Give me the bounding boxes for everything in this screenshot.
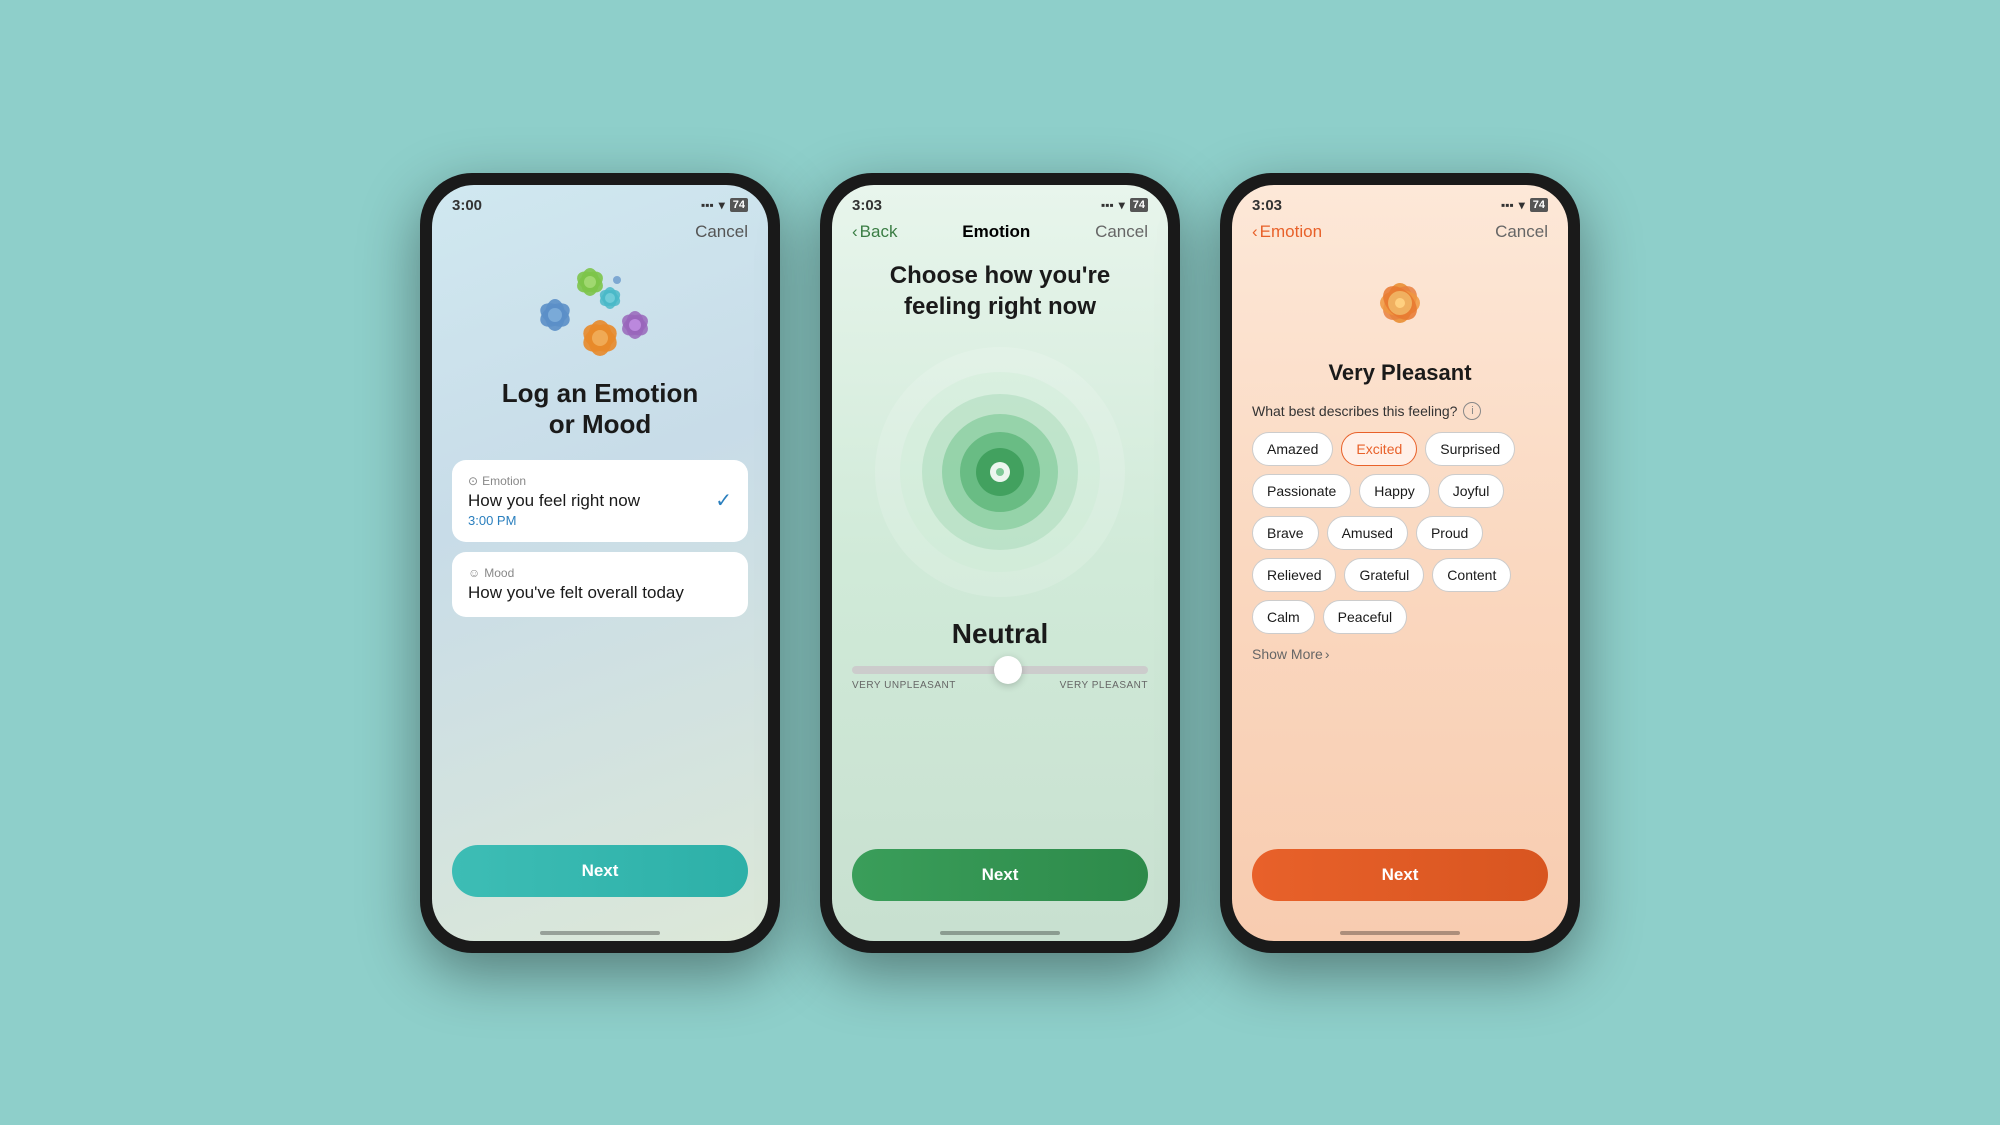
signal-icon: ▪▪▪ <box>701 198 714 212</box>
chevron-left-icon-2: ‹ <box>852 222 858 242</box>
tag-surprised[interactable]: Surprised <box>1425 432 1515 466</box>
tag-calm[interactable]: Calm <box>1252 600 1315 634</box>
phone3-screen: 3:03 ▪▪▪ ▾ 74 ‹ Emotion Cancel <box>1232 185 1568 941</box>
mood-option-label: ☺ Mood <box>468 566 732 580</box>
wifi-icon: ▾ <box>719 198 725 212</box>
emotion-wheel-svg <box>870 342 1130 602</box>
slider-thumb[interactable] <box>994 656 1022 684</box>
slider-left-label: VERY UNPLEASANT <box>852 680 956 691</box>
tag-peaceful[interactable]: Peaceful <box>1323 600 1407 634</box>
emotion-check-icon: ✓ <box>715 488 732 513</box>
emotion-option-time: 3:00 PM <box>468 513 640 528</box>
chevron-right-icon: › <box>1325 646 1330 662</box>
chevron-left-icon-3: ‹ <box>1252 222 1258 242</box>
back-button-3[interactable]: ‹ Emotion <box>1252 222 1322 242</box>
mood-option-title: How you've felt overall today <box>468 583 732 603</box>
home-indicator-3 <box>1232 917 1568 941</box>
tag-brave[interactable]: Brave <box>1252 516 1319 550</box>
phone-1: 3:00 ▪▪▪ ▾ 74 Cancel <box>420 173 780 953</box>
mood-option-card[interactable]: ☺ Mood How you've felt overall today <box>452 552 748 617</box>
cancel-button-2[interactable]: Cancel <box>1095 222 1148 242</box>
tag-passionate[interactable]: Passionate <box>1252 474 1351 508</box>
signal-icon-2: ▪▪▪ <box>1101 198 1114 212</box>
cancel-button-3[interactable]: Cancel <box>1495 222 1548 242</box>
nav-bar-3: ‹ Emotion Cancel <box>1232 218 1568 250</box>
battery-icon-3: 74 <box>1530 198 1548 212</box>
status-bar-2: 3:03 ▪▪▪ ▾ 74 <box>832 185 1168 218</box>
tag-amused[interactable]: Amused <box>1327 516 1408 550</box>
phone-3: 3:03 ▪▪▪ ▾ 74 ‹ Emotion Cancel <box>1220 173 1580 953</box>
describe-label: What best describes this feeling? i <box>1252 402 1548 420</box>
home-bar-3 <box>1340 931 1460 935</box>
screen1-title: Log an Emotion or Mood <box>502 378 698 440</box>
screen3-title: Very Pleasant <box>1252 360 1548 386</box>
tag-joyful[interactable]: Joyful <box>1438 474 1505 508</box>
home-indicator-1 <box>432 917 768 941</box>
slider-container: VERY UNPLEASANT VERY PLEASANT <box>852 666 1148 691</box>
slider-track[interactable] <box>852 666 1148 674</box>
status-time-2: 3:03 <box>852 197 882 214</box>
tag-relieved[interactable]: Relieved <box>1252 558 1336 592</box>
nav-title-2: Emotion <box>962 222 1030 242</box>
mood-icon: ☺ <box>468 566 480 580</box>
wifi-icon-2: ▾ <box>1119 198 1125 212</box>
back-button-2[interactable]: ‹ Back <box>852 222 897 242</box>
status-time-3: 3:03 <box>1252 197 1282 214</box>
tag-proud[interactable]: Proud <box>1416 516 1483 550</box>
emotion-option-card[interactable]: ⊙ Emotion How you feel right now 3:00 PM… <box>452 460 748 542</box>
nav-bar-1: Cancel <box>432 218 768 250</box>
status-time-1: 3:00 <box>452 197 482 214</box>
next-button-1[interactable]: Next <box>452 845 748 897</box>
battery-icon-2: 74 <box>1130 198 1148 212</box>
phone1-content: Log an Emotion or Mood ⊙ Emotion How you… <box>432 250 768 917</box>
tag-content[interactable]: Content <box>1432 558 1511 592</box>
home-bar-2 <box>940 931 1060 935</box>
battery-icon: 74 <box>730 198 748 212</box>
tag-amazed[interactable]: Amazed <box>1252 432 1333 466</box>
tag-excited[interactable]: Excited <box>1341 432 1417 466</box>
cancel-button-1[interactable]: Cancel <box>695 222 748 242</box>
flowers-svg <box>535 260 665 370</box>
status-icons-3: ▪▪▪ ▾ 74 <box>1501 198 1548 212</box>
status-bar-1: 3:00 ▪▪▪ ▾ 74 <box>432 185 768 218</box>
emotion-tags: Amazed Excited Surprised Passionate Happ… <box>1252 432 1548 634</box>
info-icon[interactable]: i <box>1463 402 1481 420</box>
tag-happy[interactable]: Happy <box>1359 474 1429 508</box>
emotion-wheel[interactable] <box>870 342 1130 602</box>
home-indicator-2 <box>832 917 1168 941</box>
neutral-label: Neutral <box>952 618 1048 650</box>
flowers-illustration <box>535 260 665 370</box>
nav-bar-2: ‹ Back Emotion Cancel <box>832 218 1168 250</box>
emotion-option-label: ⊙ Emotion <box>468 474 640 488</box>
screen2-content: Choose how you're feeling right now Neut… <box>832 250 1168 917</box>
slider-right-label: VERY PLEASANT <box>1060 680 1148 691</box>
screen2-title: Choose how you're feeling right now <box>852 260 1148 322</box>
next-button-2[interactable]: Next <box>852 849 1148 901</box>
status-icons-2: ▪▪▪ ▾ 74 <box>1101 198 1148 212</box>
feeling-icon <box>1355 258 1445 348</box>
emotion-icon: ⊙ <box>468 474 478 488</box>
tag-grateful[interactable]: Grateful <box>1344 558 1424 592</box>
show-more-button[interactable]: Show More › <box>1252 646 1548 662</box>
phone2-screen: 3:03 ▪▪▪ ▾ 74 ‹ Back Emotion Cancel Choo… <box>832 185 1168 941</box>
phone1-screen: 3:00 ▪▪▪ ▾ 74 Cancel <box>432 185 768 941</box>
status-icons-1: ▪▪▪ ▾ 74 <box>701 198 748 212</box>
emotion-option-title: How you feel right now <box>468 491 640 511</box>
home-bar-1 <box>540 931 660 935</box>
screen3-content: Very Pleasant What best describes this f… <box>1232 250 1568 917</box>
wifi-icon-3: ▾ <box>1519 198 1525 212</box>
feeling-flower-svg <box>1355 258 1445 348</box>
signal-icon-3: ▪▪▪ <box>1501 198 1514 212</box>
phone-2: 3:03 ▪▪▪ ▾ 74 ‹ Back Emotion Cancel Choo… <box>820 173 1180 953</box>
next-button-3[interactable]: Next <box>1252 849 1548 901</box>
status-bar-3: 3:03 ▪▪▪ ▾ 74 <box>1232 185 1568 218</box>
